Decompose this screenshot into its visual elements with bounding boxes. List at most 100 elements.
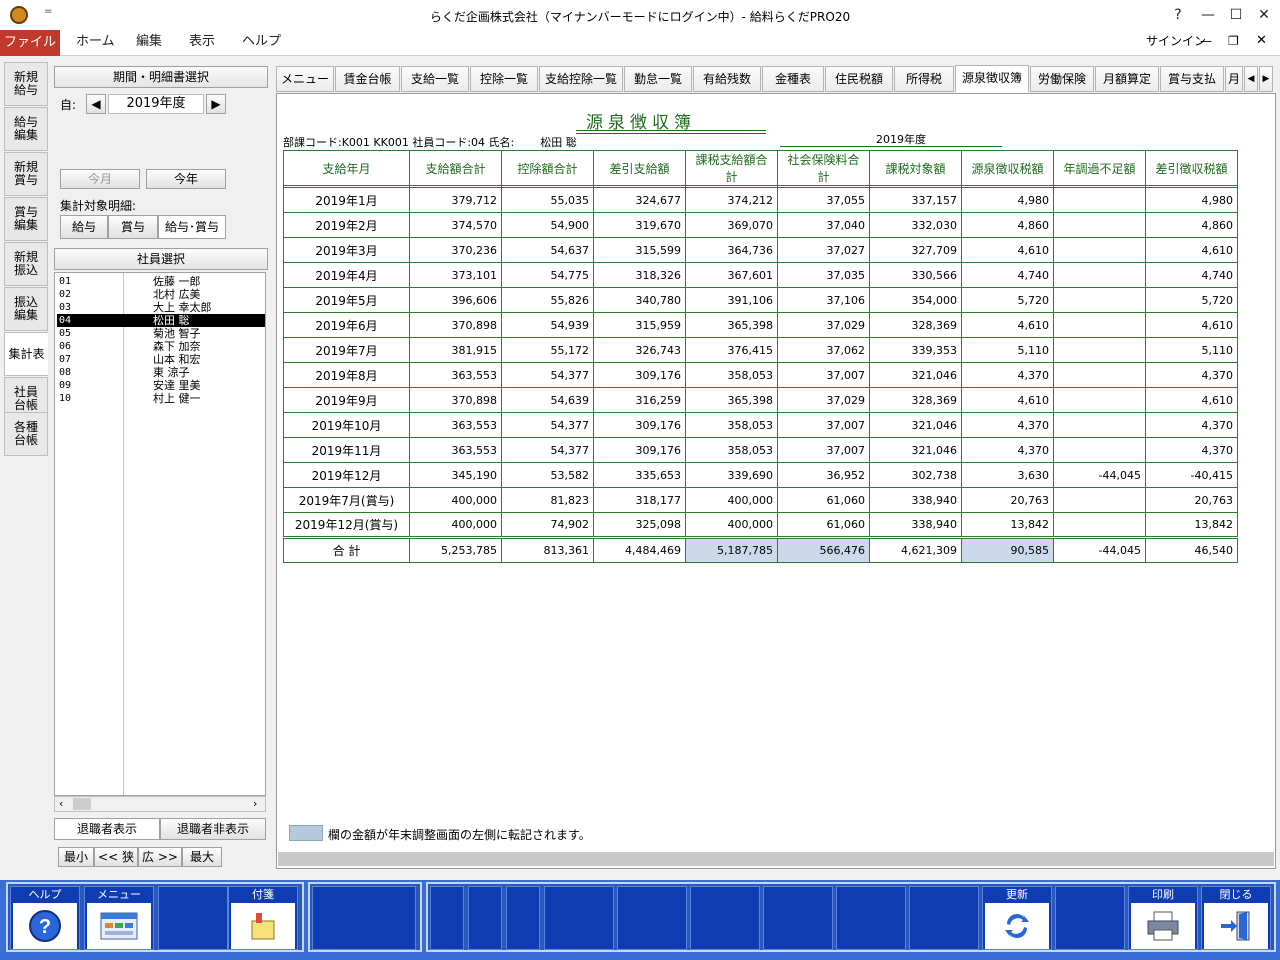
- tab-scroll-left-icon[interactable]: ◀: [1244, 66, 1258, 92]
- employee-list[interactable]: 01 佐藤 一郎 02 北村 広美 03 大上 幸太郎 04 松田 聡 05 菊池 智子 …: [54, 272, 266, 796]
- list-item[interactable]: 05 菊池 智子: [57, 327, 265, 340]
- tab-various-ledgers[interactable]: 各種 台帳: [4, 412, 48, 456]
- file-tab[interactable]: ファイル: [0, 30, 60, 56]
- list-item-selected[interactable]: 04 松田 聡: [57, 314, 265, 327]
- fkey-empty[interactable]: [468, 886, 502, 950]
- tab-new-transfer[interactable]: 新規 振込: [4, 242, 48, 286]
- target-salary-button[interactable]: 給与: [60, 215, 108, 239]
- print-key[interactable]: 印刷: [1128, 886, 1198, 950]
- show-retired-button[interactable]: 退職者表示: [54, 818, 160, 840]
- size-min-button[interactable]: 最小: [58, 847, 94, 867]
- table-cell: 321,046: [869, 437, 962, 463]
- next-year-button[interactable]: ▶: [206, 94, 226, 114]
- fkey-empty[interactable]: [1055, 886, 1125, 950]
- close-key[interactable]: 閉じる: [1201, 886, 1271, 950]
- table-cell: -44,045: [1053, 462, 1146, 488]
- fkey-empty[interactable]: [617, 886, 687, 950]
- tab-pay-deduction-list[interactable]: 支給控除一覧: [539, 66, 623, 92]
- minimize-button[interactable]: —: [1194, 3, 1222, 27]
- row-label: 2019年12月: [283, 462, 410, 488]
- table-cell: 400,000: [409, 512, 502, 538]
- list-item[interactable]: 01 佐藤 一郎: [57, 275, 265, 288]
- hide-retired-button[interactable]: 退職者非表示: [160, 818, 266, 840]
- refresh-key[interactable]: 更新: [982, 886, 1052, 950]
- close-window-button[interactable]: ✕: [1250, 3, 1278, 27]
- fkey-empty[interactable]: [763, 886, 833, 950]
- scroll-thumb[interactable]: [73, 798, 91, 810]
- tab-edit-bonus[interactable]: 賞与 編集: [4, 197, 48, 241]
- tab-scroll-right-icon[interactable]: ▶: [1259, 66, 1273, 92]
- ribbon-collapse-icon[interactable]: —: [1200, 34, 1212, 48]
- restore-icon[interactable]: ❐: [1228, 34, 1239, 48]
- tag-key[interactable]: 付箋: [228, 886, 298, 950]
- tab-edit-transfer[interactable]: 振込 編集: [4, 287, 48, 331]
- tab-deduction-list[interactable]: 控除一覧: [470, 66, 538, 92]
- table-cell: 3,630: [961, 462, 1054, 488]
- table-cell: [1053, 237, 1146, 263]
- tab-paid-leave[interactable]: 有給残数: [693, 66, 761, 92]
- list-item[interactable]: 09 安達 里美: [57, 379, 265, 392]
- scroll-right-icon[interactable]: ›: [253, 797, 257, 810]
- list-item[interactable]: 06 森下 加奈: [57, 340, 265, 353]
- list-item[interactable]: 02 北村 広美: [57, 288, 265, 301]
- table-cell: 5,720: [1145, 287, 1238, 313]
- tab-edit-salary[interactable]: 給与 編集: [4, 107, 48, 151]
- prev-year-button[interactable]: ◀: [86, 94, 106, 114]
- fkey-empty[interactable]: [836, 886, 906, 950]
- tab-wage-ledger[interactable]: 賃金台帳: [335, 66, 400, 92]
- menu-key[interactable]: メニュー: [84, 886, 154, 950]
- list-item[interactable]: 08 東 涼子: [57, 366, 265, 379]
- fkey-empty[interactable]: [158, 886, 228, 950]
- tab-labor-insurance[interactable]: 労働保険: [1030, 66, 1094, 92]
- fkey-empty[interactable]: [430, 886, 464, 950]
- list-item[interactable]: 10 村上 健一: [57, 392, 265, 405]
- fkey-empty[interactable]: [544, 886, 614, 950]
- fkey-empty[interactable]: [506, 886, 540, 950]
- tab-payment-list[interactable]: 支給一覧: [401, 66, 469, 92]
- size-wide-button[interactable]: 広 >>: [138, 847, 182, 867]
- list-item[interactable]: 07 山本 和宏: [57, 353, 265, 366]
- tab-help[interactable]: ヘルプ: [242, 30, 281, 56]
- signin-link[interactable]: サインイン: [1146, 32, 1206, 49]
- this-month-button[interactable]: 今月: [60, 169, 140, 189]
- menu-key-label: メニュー: [97, 888, 141, 901]
- tab-withholding-book[interactable]: 源泉徴収簿: [955, 65, 1029, 93]
- tab-home[interactable]: ホーム: [76, 30, 115, 56]
- fkey-empty[interactable]: [690, 886, 760, 950]
- horizontal-scrollbar[interactable]: ‹ ›: [54, 796, 266, 812]
- tab-summary[interactable]: 集計表: [4, 332, 48, 376]
- column-header: 年調過不足額: [1053, 150, 1146, 186]
- tab-resident-tax[interactable]: 住民税額: [825, 66, 893, 92]
- close-doc-icon[interactable]: ✕: [1256, 33, 1267, 48]
- this-year-button[interactable]: 今年: [146, 169, 226, 189]
- tab-view[interactable]: 表示: [189, 30, 215, 56]
- table-cell: 20,763: [961, 487, 1054, 513]
- list-item[interactable]: 03 大上 幸太郎: [57, 301, 265, 314]
- target-both-button[interactable]: 給与･賞与: [158, 215, 226, 239]
- tab-edit[interactable]: 編集: [136, 30, 162, 56]
- tab-attendance-list[interactable]: 勤怠一覧: [624, 66, 692, 92]
- year-underline: [780, 146, 1002, 147]
- fkey-empty[interactable]: [312, 886, 416, 950]
- table-cell: 326,743: [593, 337, 686, 363]
- help-key[interactable]: ヘルプ?: [10, 886, 80, 950]
- tab-overflow[interactable]: 月: [1225, 66, 1243, 92]
- maximize-button[interactable]: ☐: [1222, 3, 1250, 27]
- tab-new-bonus[interactable]: 新規 賞与: [4, 152, 48, 196]
- year-field[interactable]: 2019年度: [108, 94, 204, 114]
- scroll-left-icon[interactable]: ‹: [59, 797, 63, 810]
- tab-denomination[interactable]: 金種表: [762, 66, 824, 92]
- bottom-scrollbar[interactable]: [278, 852, 1274, 866]
- fkey-empty[interactable]: [909, 886, 979, 950]
- tab-new-salary[interactable]: 新規 給与: [4, 62, 48, 106]
- help-icon[interactable]: ?: [1164, 3, 1192, 27]
- tab-bonus-payment[interactable]: 賞与支払: [1160, 66, 1224, 92]
- table-cell: 376,415: [685, 337, 778, 363]
- legend-text: 欄の金額が年末調整画面の左側に転記されます。: [328, 828, 591, 842]
- size-narrow-button[interactable]: << 狭: [94, 847, 138, 867]
- tab-income-tax[interactable]: 所得税: [894, 66, 954, 92]
- tab-monthly-calc[interactable]: 月額算定: [1095, 66, 1159, 92]
- size-max-button[interactable]: 最大: [182, 847, 222, 867]
- target-bonus-button[interactable]: 賞与: [108, 215, 158, 239]
- tab-menu[interactable]: メニュー: [276, 66, 334, 92]
